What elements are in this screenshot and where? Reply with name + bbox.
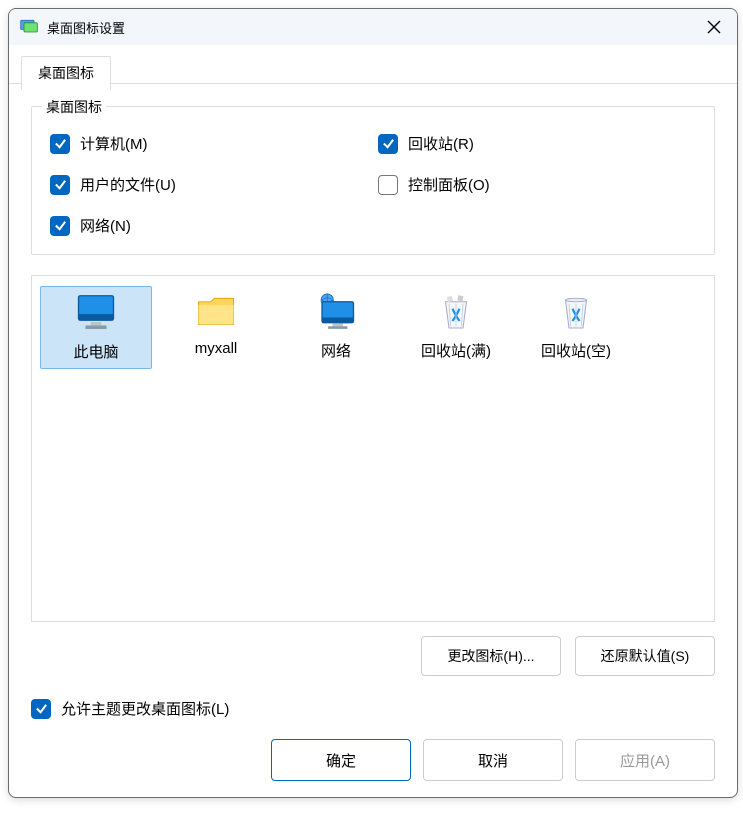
checkbox-label: 控制面板(O) [408, 174, 490, 195]
checkbox-label: 网络(N) [80, 215, 131, 236]
desktop-icon-settings-dialog: 桌面图标设置 桌面图标 桌面图标 计算机(M) 回收站(R) 用户的文件( [8, 8, 738, 798]
content-area: 桌面图标 计算机(M) 回收站(R) 用户的文件(U) 控制面板(O) [9, 83, 737, 733]
icon-item-recycle-full[interactable]: 回收站(满) [400, 286, 512, 367]
checkbox-label: 允许主题更改桌面图标(L) [61, 698, 229, 719]
close-icon [707, 20, 721, 34]
display-settings-icon [19, 17, 39, 37]
checkbox-label: 回收站(R) [408, 133, 474, 154]
network-monitor-icon [315, 292, 357, 332]
close-button[interactable] [691, 9, 737, 45]
icon-label: 回收站(满) [421, 340, 491, 361]
tab-desktop-icons[interactable]: 桌面图标 [21, 56, 111, 90]
checkbox-network[interactable]: 网络(N) [50, 215, 368, 236]
checkbox-label: 计算机(M) [80, 133, 148, 154]
checkbox-user-files[interactable]: 用户的文件(U) [50, 174, 368, 195]
ok-button[interactable]: 确定 [271, 739, 411, 781]
icon-label: 回收站(空) [541, 340, 611, 361]
icon-item-network[interactable]: 网络 [280, 286, 392, 367]
icon-preview-list[interactable]: 此电脑 myxall 网络 回收站(满) [31, 275, 715, 622]
group-title: 桌面图标 [42, 97, 106, 117]
checkmark-icon [31, 699, 51, 719]
icon-item-user-folder[interactable]: myxall [160, 286, 272, 363]
tab-row: 桌面图标 [9, 45, 737, 83]
icon-item-recycle-empty[interactable]: 回收站(空) [520, 286, 632, 367]
titlebar: 桌面图标设置 [9, 9, 737, 45]
apply-button[interactable]: 应用(A) [575, 739, 715, 781]
checkbox-computer[interactable]: 计算机(M) [50, 133, 368, 154]
restore-default-button[interactable]: 还原默认值(S) [575, 636, 715, 676]
monitor-icon [75, 293, 117, 333]
checkbox-allow-theme-change[interactable]: 允许主题更改桌面图标(L) [31, 698, 715, 719]
checkbox-recycle-bin[interactable]: 回收站(R) [378, 133, 696, 154]
icon-item-this-pc[interactable]: 此电脑 [40, 286, 152, 369]
checkbox-control-panel[interactable]: 控制面板(O) [378, 174, 696, 195]
checkmark-icon [50, 134, 70, 154]
icon-label: 此电脑 [73, 341, 118, 362]
desktop-icons-group: 桌面图标 计算机(M) 回收站(R) 用户的文件(U) 控制面板(O) [31, 106, 715, 255]
recycle-bin-empty-icon [555, 292, 597, 332]
checkbox-label: 用户的文件(U) [80, 174, 176, 195]
recycle-bin-full-icon [435, 292, 477, 332]
checkmark-icon [50, 216, 70, 236]
change-icon-button[interactable]: 更改图标(H)... [421, 636, 561, 676]
folder-icon [195, 292, 237, 332]
dialog-title: 桌面图标设置 [47, 18, 691, 37]
dialog-button-row: 确定 取消 应用(A) [9, 733, 737, 797]
cancel-button[interactable]: 取消 [423, 739, 563, 781]
checkmark-icon [378, 134, 398, 154]
checkbox-empty-icon [378, 175, 398, 195]
checkmark-icon [50, 175, 70, 195]
icon-label: 网络 [321, 340, 351, 361]
icon-label: myxall [195, 340, 238, 357]
